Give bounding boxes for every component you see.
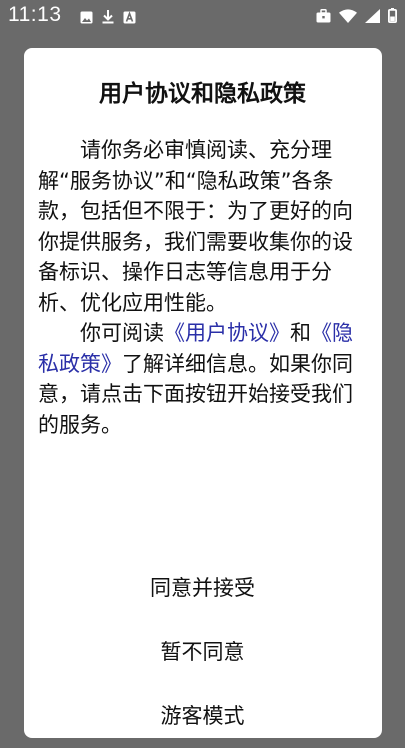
links-paragraph: 你可阅读《用户协议》和《隐私政策》了解详细信息。如果你同意，请点击下面按钮开始接… <box>38 318 360 440</box>
guest-mode-button[interactable]: 游客模式 <box>0 684 405 748</box>
image-icon <box>80 9 93 28</box>
status-time: 11:13 <box>8 3 62 26</box>
dialog-body: 请你务必审慎阅读、充分理解“服务协议”和“隐私政策”各条款，包括但不限于：为了更… <box>38 135 360 440</box>
signal-icon <box>365 8 380 27</box>
system-icons <box>316 8 397 27</box>
agree-button[interactable]: 同意并接受 <box>0 556 405 620</box>
disagree-button[interactable]: 暂不同意 <box>0 620 405 684</box>
wifi-icon <box>339 8 357 27</box>
read-prefix-text: 你可阅读 <box>80 321 164 345</box>
battery-icon <box>387 8 397 27</box>
a-badge-icon <box>123 9 136 28</box>
dialog-title: 用户协议和隐私政策 <box>99 81 306 107</box>
and-text: 和 <box>290 321 311 345</box>
consent-paragraph: 请你务必审慎阅读、充分理解“服务协议”和“隐私政策”各条款，包括但不限于：为了更… <box>38 138 353 315</box>
status-bar: 11:13 <box>0 0 405 34</box>
notification-icons <box>80 9 136 28</box>
user-agreement-link[interactable]: 《用户协议》 <box>164 321 290 345</box>
download-icon <box>102 9 114 28</box>
briefcase-icon <box>316 8 331 27</box>
dialog-actions: 同意并接受 暂不同意 游客模式 <box>0 556 405 748</box>
